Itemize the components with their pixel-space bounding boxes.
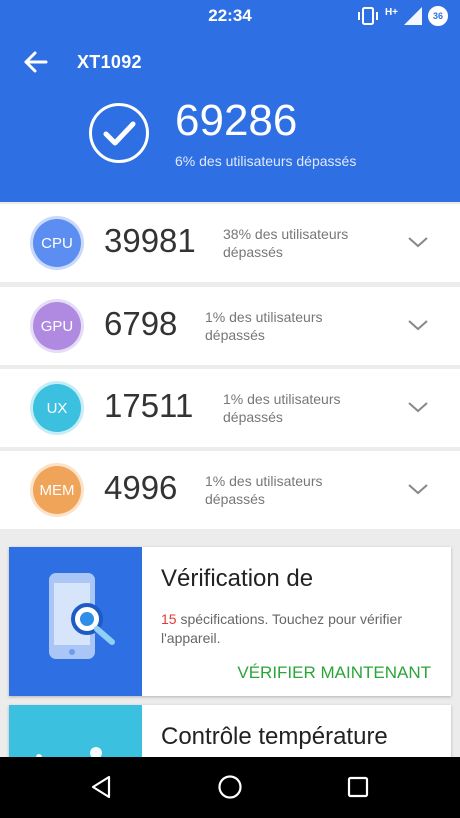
verify-card[interactable]: Vérification de 15 spécifications. Touch… — [9, 547, 451, 696]
score-header: 22:34 H+ 36 XT1092 69286 6% des utilisat… — [0, 0, 460, 202]
mem-score: 4996 — [104, 469, 178, 506]
mem-badge: MEM — [33, 466, 81, 514]
total-subtitle: 6% des utilisateurs dépassés — [175, 153, 357, 169]
signal-icon — [404, 7, 422, 25]
verify-now-button[interactable]: VÉRIFIER MAINTENANT — [237, 663, 431, 683]
temperature-icon — [36, 747, 102, 757]
score-row-gpu[interactable]: GPU 6798 1% des utilisateurs dépassés — [0, 287, 460, 365]
vibrate-icon — [357, 7, 378, 25]
gpu-badge: GPU — [33, 302, 81, 350]
status-icons: H+ 36 — [357, 6, 448, 26]
chevron-down-icon[interactable] — [406, 481, 430, 497]
check-circle-icon — [89, 103, 149, 163]
ux-score: 17511 — [104, 387, 194, 424]
gpu-label: GPU — [40, 317, 74, 335]
verify-card-title: Vérification de — [161, 565, 314, 592]
network-type: H+ — [384, 6, 398, 18]
temperature-card-title: Contrôle température — [161, 723, 388, 750]
phone-search-icon — [49, 573, 115, 659]
gpu-desc: 1% des utilisateurs dépassés — [205, 309, 323, 343]
verify-card-text: 15 spécifications. Touchez pour vérifier… — [161, 610, 441, 648]
cpu-desc: 38% des utilisateurs dépassés — [223, 226, 349, 260]
score-row-ux[interactable]: UX 17511 1% des utilisateurs dépassés — [0, 369, 460, 447]
chevron-down-icon[interactable] — [406, 399, 430, 415]
spec-count: 15 — [161, 611, 177, 627]
battery-level: 36 — [432, 11, 443, 21]
total-score: 69286 — [175, 96, 298, 145]
cpu-badge: CPU — [33, 219, 81, 267]
device-name: XT1092 — [77, 52, 142, 72]
navigation-bar — [0, 757, 460, 818]
score-row-mem[interactable]: MEM 4996 1% des utilisateurs dépassés — [0, 451, 460, 529]
chevron-down-icon[interactable] — [406, 234, 430, 250]
ux-badge: UX — [33, 384, 81, 432]
cpu-score: 39981 — [104, 222, 196, 259]
verify-card-desc: spécifications. Touchez pour vérifier l'… — [161, 611, 402, 646]
cpu-label: CPU — [41, 234, 73, 252]
chevron-down-icon[interactable] — [406, 317, 430, 333]
nav-recents-icon[interactable] — [345, 774, 371, 800]
battery-icon: 36 — [428, 6, 448, 26]
mem-label: MEM — [39, 481, 75, 499]
mem-desc: 1% des utilisateurs dépassés — [205, 473, 323, 507]
verify-card-image — [9, 547, 142, 696]
temperature-card[interactable]: Contrôle température — [9, 705, 451, 757]
temperature-card-image — [9, 705, 142, 757]
gpu-score: 6798 — [104, 305, 178, 342]
nav-back-icon[interactable] — [89, 774, 115, 800]
nav-home-icon[interactable] — [217, 774, 243, 800]
back-arrow-icon[interactable] — [22, 48, 50, 76]
status-bar: 22:34 H+ 36 — [0, 0, 460, 34]
score-row-cpu[interactable]: CPU 39981 38% des utilisateurs dépassés — [0, 204, 460, 282]
ux-desc: 1% des utilisateurs dépassés — [223, 391, 341, 425]
ux-label: UX — [46, 399, 68, 417]
